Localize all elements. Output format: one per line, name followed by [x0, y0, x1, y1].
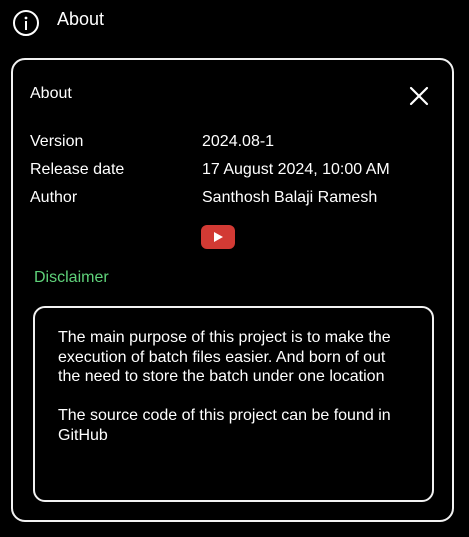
about-dialog: About Version 2024.08-1 Release date 17 … [11, 58, 454, 522]
version-value: 2024.08-1 [202, 133, 275, 150]
dialog-title: About [30, 85, 72, 102]
disclaimer-box: The main purpose of this project is to m… [33, 306, 434, 502]
release-date-label: Release date [30, 161, 125, 178]
version-label: Version [30, 133, 84, 150]
release-date-value: 17 August 2024, 10:00 AM [202, 161, 390, 178]
top-bar: About [0, 0, 469, 40]
close-icon[interactable] [408, 85, 430, 107]
play-icon [214, 232, 223, 242]
youtube-icon[interactable] [201, 225, 235, 249]
top-bar-title: About [57, 9, 105, 29]
disclaimer-label: Disclaimer [34, 269, 109, 286]
author-label: Author [30, 189, 78, 206]
author-value: Santhosh Balaji Ramesh [202, 189, 378, 206]
info-icon[interactable] [12, 9, 40, 37]
disclaimer-text: The main purpose of this project is to m… [58, 329, 391, 444]
